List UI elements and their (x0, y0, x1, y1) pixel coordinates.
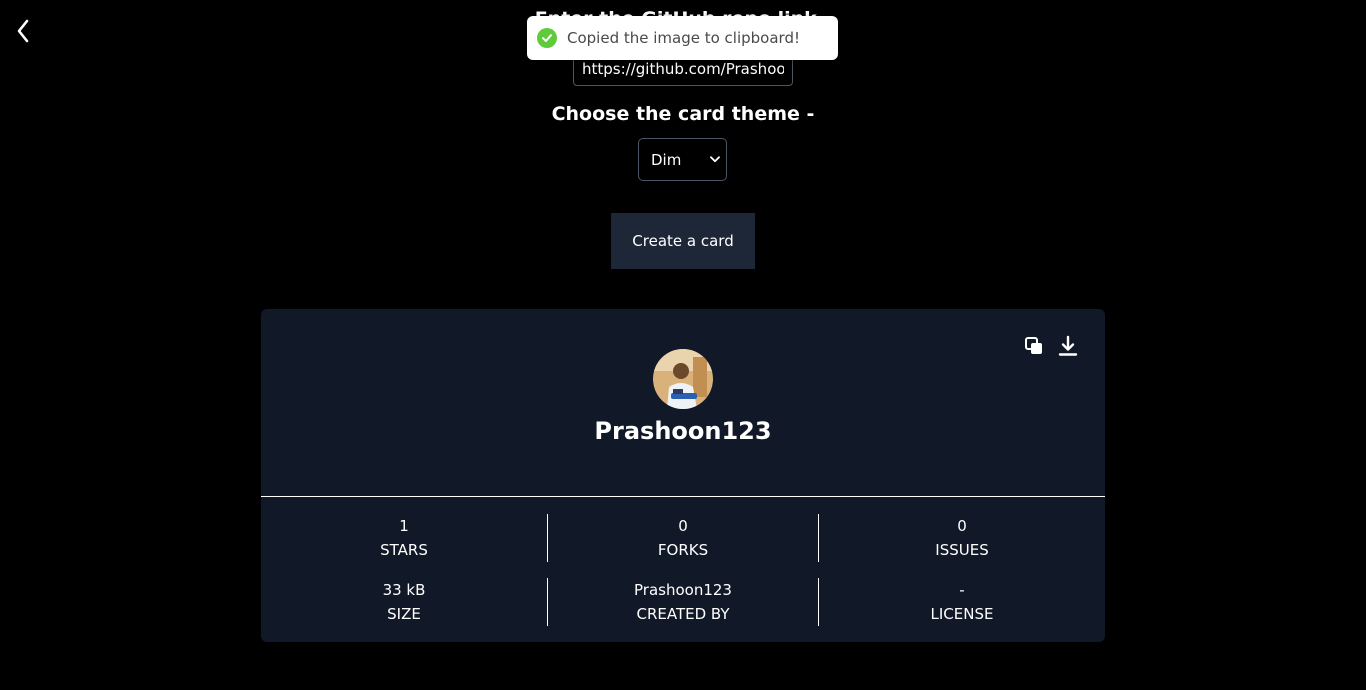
stat-label: STARS (380, 541, 428, 559)
download-icon[interactable] (1057, 335, 1079, 357)
copy-icon[interactable] (1023, 335, 1045, 357)
stat-value: 0 (678, 517, 688, 535)
stat-label: SIZE (387, 605, 421, 623)
stat-value: 1 (399, 517, 409, 535)
create-card-button[interactable]: Create a card (611, 213, 755, 269)
check-circle-icon (537, 28, 557, 48)
stat-issues: 0 ISSUES (819, 514, 1105, 562)
stat-label: ISSUES (935, 541, 989, 559)
stat-value: Prashoon123 (634, 581, 732, 599)
toast-notification: Copied the image to clipboard! (527, 16, 838, 60)
repo-card: Prashoon123 1 STARS 0 FORKS 0 ISSUES 33 … (261, 309, 1105, 642)
theme-label: Choose the card theme - (551, 103, 815, 125)
chevron-down-icon (704, 156, 726, 163)
stat-value: 0 (957, 517, 967, 535)
avatar (653, 349, 713, 409)
stat-value: 33 kB (382, 581, 426, 599)
theme-select[interactable]: Dim (638, 138, 727, 181)
username: Prashoon123 (594, 417, 772, 445)
theme-selected-value: Dim (651, 150, 682, 169)
toast-message: Copied the image to clipboard! (567, 29, 800, 47)
stat-created-by: Prashoon123 CREATED BY (547, 578, 819, 626)
stat-forks: 0 FORKS (547, 514, 819, 562)
stats-row: 33 kB SIZE Prashoon123 CREATED BY - LICE… (261, 578, 1105, 626)
stat-label: CREATED BY (636, 605, 730, 623)
stats-grid: 1 STARS 0 FORKS 0 ISSUES 33 kB SIZE Pras… (261, 514, 1105, 642)
page: Enter the GitHub repo link - Copied the … (0, 0, 1366, 690)
card-actions (1023, 335, 1079, 357)
stats-row: 1 STARS 0 FORKS 0 ISSUES (261, 514, 1105, 562)
stat-license: - LICENSE (819, 578, 1105, 626)
stat-label: FORKS (657, 541, 709, 559)
stat-stars: 1 STARS (261, 514, 547, 562)
stat-value: - (959, 581, 965, 599)
stat-label: LICENSE (930, 605, 994, 623)
card-divider (261, 496, 1105, 497)
stat-size: 33 kB SIZE (261, 578, 547, 626)
